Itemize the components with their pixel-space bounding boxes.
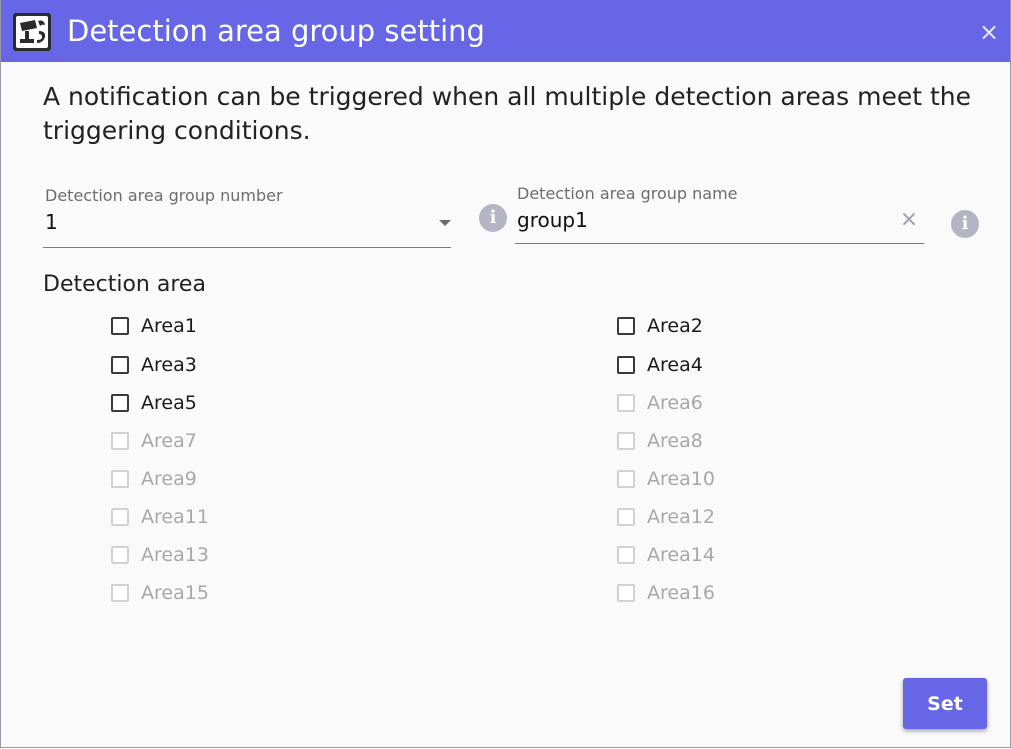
area-label: Area12 <box>647 506 715 528</box>
area-label: Area14 <box>647 544 715 566</box>
area-label: Area3 <box>141 354 197 376</box>
checkbox-icon[interactable] <box>111 356 129 374</box>
area-label: Area2 <box>647 315 703 337</box>
close-icon: × <box>978 18 1000 46</box>
area-checkbox-4[interactable]: Area4 <box>617 350 703 380</box>
area-checkbox-1[interactable]: Area1 <box>111 311 197 341</box>
checkbox-icon <box>111 470 129 488</box>
area-label: Area4 <box>647 354 703 376</box>
group-number-select[interactable]: Detection area group number 1 <box>43 186 451 248</box>
area-checkbox-5[interactable]: Area5 <box>111 388 197 418</box>
checkbox-icon[interactable] <box>617 356 635 374</box>
area-label: Area15 <box>141 582 209 604</box>
group-number-label: Detection area group number <box>45 186 283 205</box>
area-checkbox-13: Area13 <box>111 540 209 570</box>
area-checkbox-3[interactable]: Area3 <box>111 350 197 380</box>
checkbox-icon <box>111 584 129 602</box>
camera-app-icon <box>13 13 51 51</box>
area-label: Area13 <box>141 544 209 566</box>
area-label: Area6 <box>647 392 703 414</box>
area-label: Area1 <box>141 315 197 337</box>
checkbox-icon <box>617 394 635 412</box>
area-label: Area8 <box>647 430 703 452</box>
area-checkbox-8: Area8 <box>617 426 703 456</box>
area-checkbox-6: Area6 <box>617 388 703 418</box>
checkbox-icon[interactable] <box>111 317 129 335</box>
detection-area-title: Detection area <box>43 272 206 297</box>
group-number-info-icon[interactable]: i <box>479 204 507 232</box>
checkbox-icon <box>111 508 129 526</box>
clear-icon[interactable]: × <box>898 209 920 231</box>
group-name-label: Detection area group name <box>517 184 738 203</box>
group-name-underline <box>515 243 924 244</box>
set-button[interactable]: Set <box>903 678 987 729</box>
area-label: Area10 <box>647 468 715 490</box>
checkbox-icon <box>617 508 635 526</box>
area-label: Area11 <box>141 506 209 528</box>
checkbox-icon[interactable] <box>617 317 635 335</box>
close-button[interactable]: × <box>974 17 1004 47</box>
area-label: Area5 <box>141 392 197 414</box>
area-checkbox-16: Area16 <box>617 578 715 608</box>
area-checkbox-14: Area14 <box>617 540 715 570</box>
group-number-value: 1 <box>45 210 58 234</box>
dialog-title: Detection area group setting <box>67 14 485 48</box>
checkbox-icon <box>111 432 129 450</box>
dropdown-arrow-icon[interactable] <box>439 220 451 226</box>
checkbox-icon <box>617 546 635 564</box>
area-checkbox-11: Area11 <box>111 502 209 532</box>
checkbox-icon <box>617 432 635 450</box>
area-label: Area16 <box>647 582 715 604</box>
group-name-value[interactable]: group1 <box>517 208 588 232</box>
area-label: Area7 <box>141 430 197 452</box>
area-checkbox-15: Area15 <box>111 578 209 608</box>
area-checkbox-9: Area9 <box>111 464 197 494</box>
checkbox-icon <box>617 584 635 602</box>
group-name-input[interactable]: Detection area group name group1 × <box>515 184 924 244</box>
checkbox-icon[interactable] <box>111 394 129 412</box>
title-bar: Detection area group setting × <box>1 0 1010 62</box>
area-checkbox-10: Area10 <box>617 464 715 494</box>
area-checkbox-12: Area12 <box>617 502 715 532</box>
checkbox-icon <box>617 470 635 488</box>
checkbox-icon <box>111 546 129 564</box>
description-text: A notification can be triggered when all… <box>43 82 971 145</box>
detection-area-group-dialog: Detection area group setting × A notific… <box>0 0 1011 748</box>
area-checkbox-7: Area7 <box>111 426 197 456</box>
area-checkbox-2[interactable]: Area2 <box>617 311 703 341</box>
group-name-info-icon[interactable]: i <box>951 210 979 238</box>
area-label: Area9 <box>141 468 197 490</box>
group-number-underline <box>43 247 451 248</box>
